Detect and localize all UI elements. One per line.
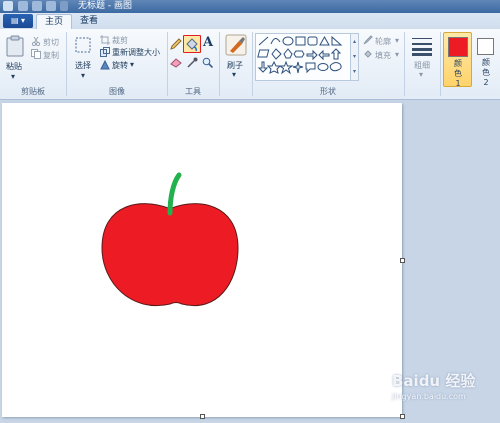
undo-icon[interactable] [32, 1, 42, 11]
color1-label: 颜色 1 [454, 59, 462, 88]
outline-icon [363, 35, 373, 45]
tools-group: A 工具 [168, 29, 218, 99]
tools-group-label: 工具 [185, 87, 201, 96]
brush-icon[interactable] [225, 34, 247, 56]
eraser-icon[interactable] [170, 58, 182, 68]
rotate-dropdown-icon[interactable]: ▾ [130, 60, 134, 69]
group-divider [440, 32, 441, 96]
pencil-icon[interactable] [170, 38, 182, 50]
watermark-logo: Baidu 经验 jingyan.baidu.com [392, 370, 500, 412]
size-dropdown-icon[interactable]: ▾ [419, 70, 423, 79]
image-group-label: 图像 [109, 87, 125, 96]
resize-handle-bottom[interactable] [200, 414, 205, 419]
apple-body [101, 203, 239, 307]
save-icon[interactable] [18, 1, 28, 11]
title-bar: 无标题 - 画图 [0, 0, 500, 13]
resize-button[interactable]: 重新调整大小 [112, 47, 160, 58]
watermark-url: jingyan.baidu.com [392, 392, 466, 401]
resize-handle-corner[interactable] [400, 414, 405, 419]
shapes-scrollbar[interactable]: ▴ ▾ ▾ [350, 33, 359, 81]
crop-icon [100, 35, 110, 45]
paste-icon[interactable] [6, 35, 24, 57]
rotate-icon [100, 60, 110, 70]
color-picker-icon[interactable] [187, 57, 198, 68]
crop-button[interactable]: 裁剪 [112, 35, 128, 46]
select-button[interactable]: 选择 [75, 60, 91, 71]
shapes-icons [257, 35, 343, 75]
clipboard-group: 粘贴 ▾ 剪切 复制 剪贴板 [0, 29, 66, 99]
ribbon: 粘贴 ▾ 剪切 复制 剪贴板 选择 ▾ 裁剪 重新调整大小 旋转 ▾ 图像 A … [0, 29, 500, 100]
color2-label: 颜色 2 [482, 58, 490, 87]
size-group: 粗细 ▾ [405, 29, 439, 99]
fill-icon [364, 50, 372, 58]
tab-view[interactable]: 查看 [75, 14, 103, 29]
cut-button[interactable]: 剪切 [43, 37, 59, 48]
tab-home[interactable]: 主页 [36, 14, 72, 30]
resize-handle-right[interactable] [400, 258, 405, 263]
drawing-canvas[interactable] [2, 103, 405, 419]
window-title: 无标题 - 画图 [78, 1, 132, 11]
cut-icon [31, 37, 41, 46]
select-icon[interactable] [75, 37, 91, 53]
shapes-group-label: 形状 [320, 87, 336, 96]
fill-dropdown-icon[interactable]: ▾ [395, 50, 399, 59]
color1-button[interactable]: 颜色 1 [443, 32, 472, 88]
quick-access-menu-icon[interactable] [60, 1, 68, 11]
outline-dropdown-icon[interactable]: ▾ [395, 36, 399, 45]
fill-bucket-icon [186, 38, 198, 52]
copy-button[interactable]: 复制 [43, 50, 59, 61]
shapes-gallery[interactable] [255, 33, 352, 81]
brushes-dropdown-icon[interactable]: ▾ [232, 70, 236, 79]
paste-dropdown-icon[interactable]: ▾ [11, 72, 15, 81]
app-icon [3, 1, 13, 11]
text-tool[interactable]: A [203, 35, 213, 50]
fill-bucket-tool[interactable] [183, 35, 201, 53]
resize-icon [100, 47, 110, 57]
color1-swatch [448, 37, 468, 57]
rotate-button[interactable]: 旋转 [112, 60, 128, 71]
image-group: 选择 ▾ 裁剪 重新调整大小 旋转 ▾ 图像 [67, 29, 167, 99]
size-icon[interactable] [412, 36, 432, 56]
color2-swatch [477, 38, 494, 55]
redo-icon[interactable] [46, 1, 56, 11]
shapes-group: ▴ ▾ ▾ 轮廓 ▾ 填充 ▾ 形状 [253, 29, 403, 99]
ribbon-tabs: ▤ ▾ 主页 查看 [0, 13, 500, 30]
color2-button[interactable]: 颜色 2 [473, 32, 500, 87]
file-menu-button[interactable]: ▤ ▾ [3, 14, 33, 28]
watermark-text: Baidu 经验 [392, 372, 476, 390]
outline-button[interactable]: 轮廓 [375, 36, 391, 47]
magnifier-icon[interactable] [202, 57, 213, 68]
select-dropdown-icon[interactable]: ▾ [81, 71, 85, 80]
copy-icon [31, 49, 41, 59]
paste-button[interactable]: 粘贴 [6, 61, 22, 72]
apple-drawing [101, 172, 239, 307]
clipboard-group-label: 剪贴板 [21, 87, 45, 96]
brushes-group: 刷子 ▾ [220, 29, 250, 99]
fill-button[interactable]: 填充 [375, 50, 391, 61]
